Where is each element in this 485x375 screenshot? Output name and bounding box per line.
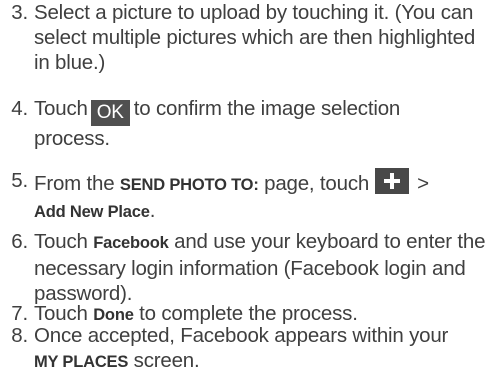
step-6: 6. Touch Facebook and use your keyboard … — [0, 229, 485, 306]
step-5-middle: page, touch — [264, 172, 370, 195]
done-label: Done — [93, 306, 134, 324]
step-3: 3. Select a picture to upload by touchin… — [0, 0, 480, 75]
step-8-after: screen. — [133, 349, 200, 372]
send-photo-to-label: SEND PHOTO TO: — [119, 176, 259, 194]
step-8: 8. Once accepted, Facebook appears withi… — [0, 323, 474, 375]
step-4-after: to confirm the image selection process. — [34, 97, 401, 150]
step-6-before: Touch — [34, 230, 88, 253]
step-7-before: Touch — [34, 302, 88, 325]
step-5-end: . — [149, 199, 156, 222]
step-text: From the SEND PHOTO TO: page, touch > Add… — [34, 168, 480, 225]
step-4-before: Touch — [34, 97, 88, 120]
add-new-place-label: Add New Place — [34, 203, 150, 221]
step-5-before: From the — [34, 172, 115, 195]
my-places-label: MY PLACES — [34, 353, 129, 371]
step-number: 4. — [11, 97, 28, 120]
step-number: 6. — [11, 230, 28, 253]
step-text: Touch Facebook and use your keyboard to … — [34, 229, 485, 306]
step-number: 5. — [11, 169, 28, 192]
ok-key: OK — [90, 100, 130, 126]
step-number: 8. — [11, 324, 28, 347]
step-3-text: Select a picture to upload by touching i… — [34, 1, 476, 74]
step-8-before: Once accepted, Facebook appears within y… — [34, 324, 449, 347]
greater-than-sign: > — [417, 172, 429, 195]
step-text: Select a picture to upload by touching i… — [34, 0, 480, 75]
step-text: Once accepted, Facebook appears within y… — [34, 323, 474, 375]
facebook-label: Facebook — [93, 234, 169, 252]
plus-icon — [375, 168, 410, 194]
step-text: Touch OK to confirm the image selection pr… — [34, 96, 464, 151]
step-7-after: to complete the process. — [139, 302, 358, 325]
step-5: 5. From the SEND PHOTO TO: page, touch > … — [0, 168, 480, 225]
step-number: 3. — [11, 1, 28, 24]
step-4: 4. Touch OK to confirm the image selection… — [0, 96, 464, 151]
